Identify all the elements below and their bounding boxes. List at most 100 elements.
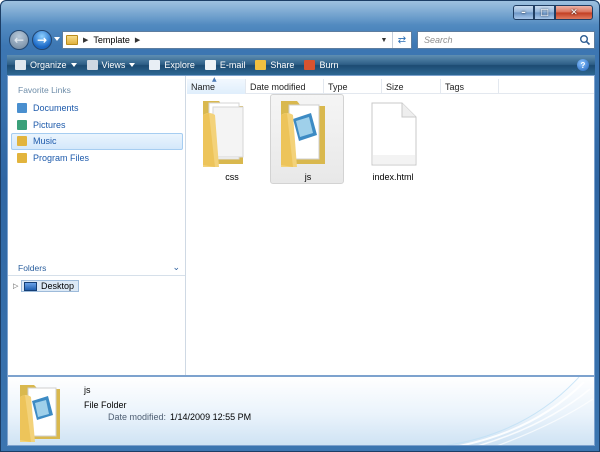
search-input[interactable]: Search [424, 35, 453, 45]
favorite-link-label: Pictures [33, 119, 66, 130]
folder-icon [281, 101, 325, 167]
expand-icon[interactable]: ▷ [13, 282, 21, 290]
details-item-type: File Folder [84, 400, 127, 410]
details-pane: js File Folder Date modified: 1/14/2009 … [7, 376, 595, 446]
favorite-links-list: Documents Pictures Music Program Files [11, 100, 183, 166]
folder-icon [203, 101, 244, 167]
details-date-modified: Date modified: 1/14/2009 12:55 PM [108, 412, 251, 422]
tree-item-label: Desktop [41, 281, 75, 291]
desktop-icon [24, 281, 37, 291]
documents-icon [17, 103, 27, 114]
navigation-pane: Favorite Links Documents Pictures Music Pro… [8, 76, 186, 375]
favorite-link-music[interactable]: Music [11, 133, 183, 150]
explorer-window: – □ ✕ ← → ▶ Template ▶ ▼ ⇄ Search Organi… [0, 0, 600, 452]
pictures-icon [17, 119, 27, 130]
search-box[interactable]: Search [417, 31, 595, 49]
organize-icon [15, 60, 26, 70]
document-icon [371, 102, 417, 166]
file-list-pane: Name▲ Date modified Type Size Tags css [187, 76, 594, 375]
command-e-mail-button[interactable]: E-mail [204, 55, 246, 75]
close-button[interactable]: ✕ [555, 5, 593, 20]
file-item-label: js [304, 172, 312, 182]
favorite-links-heading: Favorite Links [18, 85, 71, 95]
command-views-button[interactable]: Views [86, 55, 136, 75]
column-header-size[interactable]: Size [382, 79, 441, 94]
recent-pages-chevron-icon[interactable] [54, 37, 60, 41]
favorite-link-label: Music [33, 136, 57, 147]
column-header-tags[interactable]: Tags [441, 79, 499, 94]
refresh-button[interactable]: ⇄ [392, 32, 411, 48]
column-header-label: Type [328, 81, 348, 92]
date-modified-label: Date modified: [108, 412, 167, 422]
column-header-label: Tags [445, 81, 465, 92]
forward-arrow-icon: → [36, 33, 48, 47]
column-header-label: Size [386, 81, 404, 92]
maximize-icon: □ [540, 7, 549, 18]
decorative-swoosh [445, 377, 594, 445]
command-label: E-mail [219, 60, 246, 70]
command-label: Organize [30, 60, 67, 70]
column-header-name[interactable]: Name ▲ [187, 76, 246, 94]
command-explore-button[interactable]: Explore [149, 55, 195, 75]
favorite-link-program-files[interactable]: Program Files [11, 150, 183, 167]
email-icon [204, 60, 216, 70]
column-header-label: Name [191, 81, 216, 92]
chevron-down-icon[interactable] [70, 63, 77, 67]
burn-icon [304, 60, 316, 70]
favorite-link-documents[interactable]: Documents [11, 100, 183, 117]
navigation-bar: ← → ▶ Template ▶ ▼ ⇄ Search [7, 28, 595, 52]
command-label: Burn [319, 60, 339, 70]
column-header-date-modified[interactable]: Date modified [246, 79, 324, 94]
title-bar[interactable] [1, 1, 599, 25]
refresh-icon: ⇄ [397, 34, 407, 46]
share-icon [255, 60, 267, 70]
minimize-button[interactable]: – [513, 5, 534, 20]
column-header-label: Date modified [250, 81, 306, 92]
file-item-label: index.html [372, 172, 414, 182]
folder-icon [17, 152, 27, 163]
folders-label: Folders [18, 262, 47, 273]
tree-item-desktop-selection[interactable]: Desktop [21, 280, 80, 292]
minimize-icon: – [521, 7, 526, 18]
breadcrumb-template[interactable]: Template [93, 35, 130, 45]
folders-header[interactable]: Folders ⌄ [8, 260, 185, 276]
command-burn-button[interactable]: Burn [304, 55, 338, 75]
file-item-index-html[interactable]: index.html [355, 94, 429, 184]
views-icon [86, 60, 98, 70]
favorite-link-label: Documents [33, 103, 79, 114]
explore-icon [149, 60, 161, 70]
tree-item-desktop[interactable]: ▷ Desktop [13, 279, 80, 293]
search-icon[interactable] [579, 34, 591, 46]
file-item-css[interactable]: css [194, 94, 268, 184]
favorite-link-label: Program Files [33, 152, 90, 163]
column-header-type[interactable]: Type [324, 79, 382, 94]
folder-icon [66, 35, 78, 45]
chevron-down-icon[interactable] [129, 63, 136, 67]
breadcrumb-chevron-icon[interactable]: ▶ [135, 36, 140, 44]
file-item-label: css [225, 172, 239, 182]
command-share-button[interactable]: Share [255, 55, 294, 75]
command-label: Explore [164, 60, 195, 70]
command-organize-button[interactable]: Organize [15, 55, 77, 75]
date-modified-value: 1/14/2009 12:55 PM [170, 412, 252, 422]
details-item-name: js [84, 385, 91, 395]
forward-button[interactable]: → [32, 30, 52, 50]
column-header-filler [499, 79, 594, 94]
folder-icon [20, 385, 60, 442]
column-headers: Name ▲ Date modified Type Size Tags [187, 76, 594, 94]
help-icon[interactable]: ? [577, 59, 589, 71]
back-button[interactable]: ← [9, 30, 29, 50]
maximize-button[interactable]: □ [534, 5, 555, 20]
address-bar[interactable]: ▶ Template ▶ ▼ ⇄ [62, 31, 412, 49]
command-label: Share [270, 60, 295, 70]
favorite-link-pictures[interactable]: Pictures [11, 117, 183, 134]
back-arrow-icon: ← [13, 33, 25, 47]
command-label: Views [101, 60, 126, 70]
breadcrumb-separator-icon[interactable]: ▶ [83, 36, 88, 44]
file-item-js[interactable]: js [270, 94, 344, 184]
music-icon [17, 136, 27, 147]
address-dropdown-icon[interactable]: ▼ [378, 32, 390, 48]
chevron-down-icon[interactable]: ⌄ [172, 263, 180, 273]
caption-buttons: – □ ✕ [513, 5, 593, 20]
client-area: Favorite Links Documents Pictures Music Pro… [7, 75, 595, 376]
